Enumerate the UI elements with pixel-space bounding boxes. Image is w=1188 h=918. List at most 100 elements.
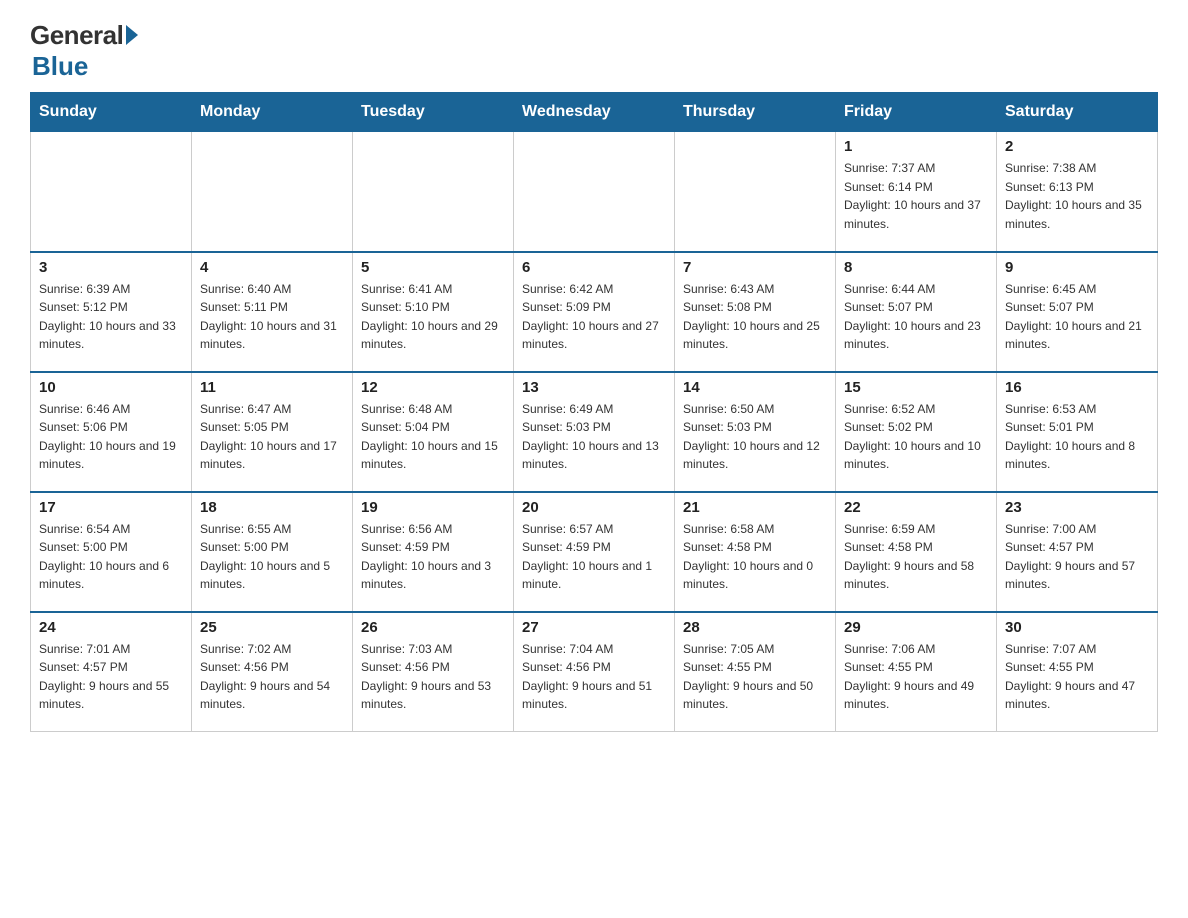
day-number: 4 [200, 259, 344, 276]
logo-triangle-icon [126, 25, 138, 45]
day-info: Sunrise: 7:01 AMSunset: 4:57 PMDaylight:… [39, 640, 183, 714]
calendar-cell-week3-day4: 13 Sunrise: 6:49 AMSunset: 5:03 PMDayligh… [514, 372, 675, 492]
calendar-cell-week5-day3: 26 Sunrise: 7:03 AMSunset: 4:56 PMDayligh… [353, 612, 514, 732]
weekday-header-saturday: Saturday [997, 93, 1158, 132]
day-info: Sunrise: 6:49 AMSunset: 5:03 PMDaylight:… [522, 400, 666, 474]
calendar-cell-week5-day4: 27 Sunrise: 7:04 AMSunset: 4:56 PMDayligh… [514, 612, 675, 732]
weekday-header-wednesday: Wednesday [514, 93, 675, 132]
calendar-cell-week3-day6: 15 Sunrise: 6:52 AMSunset: 5:02 PMDayligh… [836, 372, 997, 492]
day-info: Sunrise: 6:57 AMSunset: 4:59 PMDaylight:… [522, 520, 666, 594]
calendar-cell-week5-day1: 24Sunrise: 7:01 AMSunset: 4:57 PMDayligh… [31, 612, 192, 732]
calendar-cell-week1-day2 [192, 132, 353, 252]
day-info: Sunrise: 7:04 AMSunset: 4:56 PMDaylight:… [522, 640, 666, 714]
logo-blue-text: Blue [32, 51, 88, 82]
day-info: Sunrise: 6:46 AMSunset: 5:06 PMDaylight:… [39, 400, 183, 474]
calendar-cell-week5-day5: 28 Sunrise: 7:05 AMSunset: 4:55 PMDayligh… [675, 612, 836, 732]
day-info: Sunrise: 7:03 AMSunset: 4:56 PMDaylight:… [361, 640, 505, 714]
calendar-cell-week3-day2: 11 Sunrise: 6:47 AMSunset: 5:05 PMDayligh… [192, 372, 353, 492]
day-info: Sunrise: 6:56 AMSunset: 4:59 PMDaylight:… [361, 520, 505, 594]
calendar-cell-week1-day5 [675, 132, 836, 252]
day-info: Sunrise: 6:44 AMSunset: 5:07 PMDaylight:… [844, 280, 988, 354]
logo: General Blue [30, 20, 138, 82]
day-number: 23 [1005, 499, 1149, 516]
day-info: Sunrise: 6:40 AMSunset: 5:11 PMDaylight:… [200, 280, 344, 354]
calendar-cell-week4-day6: 22Sunrise: 6:59 AMSunset: 4:58 PMDayligh… [836, 492, 997, 612]
calendar-cell-week1-day3 [353, 132, 514, 252]
day-info: Sunrise: 6:45 AMSunset: 5:07 PMDaylight:… [1005, 280, 1149, 354]
day-info: Sunrise: 6:47 AMSunset: 5:05 PMDaylight:… [200, 400, 344, 474]
day-number: 9 [1005, 259, 1149, 276]
calendar-cell-week1-day6: 1 Sunrise: 7:37 AMSunset: 6:14 PMDaylight… [836, 132, 997, 252]
day-number: 29 [844, 619, 988, 636]
weekday-header-friday: Friday [836, 93, 997, 132]
calendar-cell-week4-day4: 20 Sunrise: 6:57 AMSunset: 4:59 PMDayligh… [514, 492, 675, 612]
day-info: Sunrise: 7:00 AMSunset: 4:57 PMDaylight:… [1005, 520, 1149, 594]
day-number: 28 [683, 619, 827, 636]
day-info: Sunrise: 6:43 AMSunset: 5:08 PMDaylight:… [683, 280, 827, 354]
calendar-cell-week5-day6: 29 Sunrise: 7:06 AMSunset: 4:55 PMDayligh… [836, 612, 997, 732]
day-number: 20 [522, 499, 666, 516]
weekday-header-sunday: Sunday [31, 93, 192, 132]
day-number: 5 [361, 259, 505, 276]
calendar-cell-week2-day1: 3Sunrise: 6:39 AMSunset: 5:12 PMDaylight… [31, 252, 192, 372]
calendar-cell-week4-day5: 21 Sunrise: 6:58 AMSunset: 4:58 PMDayligh… [675, 492, 836, 612]
day-info: Sunrise: 6:50 AMSunset: 5:03 PMDaylight:… [683, 400, 827, 474]
day-info: Sunrise: 6:52 AMSunset: 5:02 PMDaylight:… [844, 400, 988, 474]
day-number: 11 [200, 379, 344, 396]
calendar-cell-week4-day7: 23 Sunrise: 7:00 AMSunset: 4:57 PMDayligh… [997, 492, 1158, 612]
day-info: Sunrise: 6:48 AMSunset: 5:04 PMDaylight:… [361, 400, 505, 474]
day-number: 13 [522, 379, 666, 396]
day-number: 12 [361, 379, 505, 396]
calendar-cell-week2-day4: 6Sunrise: 6:42 AMSunset: 5:09 PMDaylight… [514, 252, 675, 372]
day-info: Sunrise: 6:53 AMSunset: 5:01 PMDaylight:… [1005, 400, 1149, 474]
calendar-cell-week3-day1: 10Sunrise: 6:46 AMSunset: 5:06 PMDayligh… [31, 372, 192, 492]
day-number: 15 [844, 379, 988, 396]
day-info: Sunrise: 6:55 AMSunset: 5:00 PMDaylight:… [200, 520, 344, 594]
day-number: 30 [1005, 619, 1149, 636]
calendar-cell-week2-day2: 4 Sunrise: 6:40 AMSunset: 5:11 PMDaylight… [192, 252, 353, 372]
calendar-week-3: 10Sunrise: 6:46 AMSunset: 5:06 PMDayligh… [31, 372, 1158, 492]
calendar-cell-week5-day2: 25 Sunrise: 7:02 AMSunset: 4:56 PMDayligh… [192, 612, 353, 732]
day-number: 14 [683, 379, 827, 396]
calendar-cell-week1-day4 [514, 132, 675, 252]
day-info: Sunrise: 7:37 AMSunset: 6:14 PMDaylight:… [844, 159, 988, 233]
day-number: 27 [522, 619, 666, 636]
day-number: 25 [200, 619, 344, 636]
weekday-header-monday: Monday [192, 93, 353, 132]
day-number: 19 [361, 499, 505, 516]
calendar-week-5: 24Sunrise: 7:01 AMSunset: 4:57 PMDayligh… [31, 612, 1158, 732]
day-info: Sunrise: 7:38 AMSunset: 6:13 PMDaylight:… [1005, 159, 1149, 233]
day-info: Sunrise: 6:41 AMSunset: 5:10 PMDaylight:… [361, 280, 505, 354]
day-number: 22 [844, 499, 988, 516]
day-number: 7 [683, 259, 827, 276]
day-number: 2 [1005, 138, 1149, 155]
day-info: Sunrise: 7:06 AMSunset: 4:55 PMDaylight:… [844, 640, 988, 714]
day-number: 1 [844, 138, 988, 155]
day-info: Sunrise: 6:42 AMSunset: 5:09 PMDaylight:… [522, 280, 666, 354]
calendar-week-2: 3Sunrise: 6:39 AMSunset: 5:12 PMDaylight… [31, 252, 1158, 372]
day-number: 17 [39, 499, 183, 516]
day-number: 21 [683, 499, 827, 516]
day-number: 26 [361, 619, 505, 636]
weekday-header-thursday: Thursday [675, 93, 836, 132]
day-number: 16 [1005, 379, 1149, 396]
logo-general-text: General [30, 20, 123, 51]
day-info: Sunrise: 6:58 AMSunset: 4:58 PMDaylight:… [683, 520, 827, 594]
calendar-cell-week4-day1: 17 Sunrise: 6:54 AMSunset: 5:00 PMDayligh… [31, 492, 192, 612]
day-number: 18 [200, 499, 344, 516]
day-info: Sunrise: 7:02 AMSunset: 4:56 PMDaylight:… [200, 640, 344, 714]
day-info: Sunrise: 6:54 AMSunset: 5:00 PMDaylight:… [39, 520, 183, 594]
calendar-cell-week3-day7: 16 Sunrise: 6:53 AMSunset: 5:01 PMDayligh… [997, 372, 1158, 492]
weekday-header-tuesday: Tuesday [353, 93, 514, 132]
day-info: Sunrise: 6:39 AMSunset: 5:12 PMDaylight:… [39, 280, 183, 354]
calendar-week-4: 17 Sunrise: 6:54 AMSunset: 5:00 PMDayligh… [31, 492, 1158, 612]
calendar-cell-week3-day3: 12 Sunrise: 6:48 AMSunset: 5:04 PMDayligh… [353, 372, 514, 492]
calendar-cell-week4-day2: 18 Sunrise: 6:55 AMSunset: 5:00 PMDayligh… [192, 492, 353, 612]
calendar-week-1: 1 Sunrise: 7:37 AMSunset: 6:14 PMDaylight… [31, 132, 1158, 252]
calendar-cell-week1-day1 [31, 132, 192, 252]
calendar-cell-week2-day5: 7 Sunrise: 6:43 AMSunset: 5:08 PMDaylight… [675, 252, 836, 372]
weekday-header-row: SundayMondayTuesdayWednesdayThursdayFrid… [31, 93, 1158, 132]
calendar-cell-week4-day3: 19 Sunrise: 6:56 AMSunset: 4:59 PMDayligh… [353, 492, 514, 612]
day-info: Sunrise: 7:05 AMSunset: 4:55 PMDaylight:… [683, 640, 827, 714]
calendar-cell-week2-day6: 8Sunrise: 6:44 AMSunset: 5:07 PMDaylight… [836, 252, 997, 372]
